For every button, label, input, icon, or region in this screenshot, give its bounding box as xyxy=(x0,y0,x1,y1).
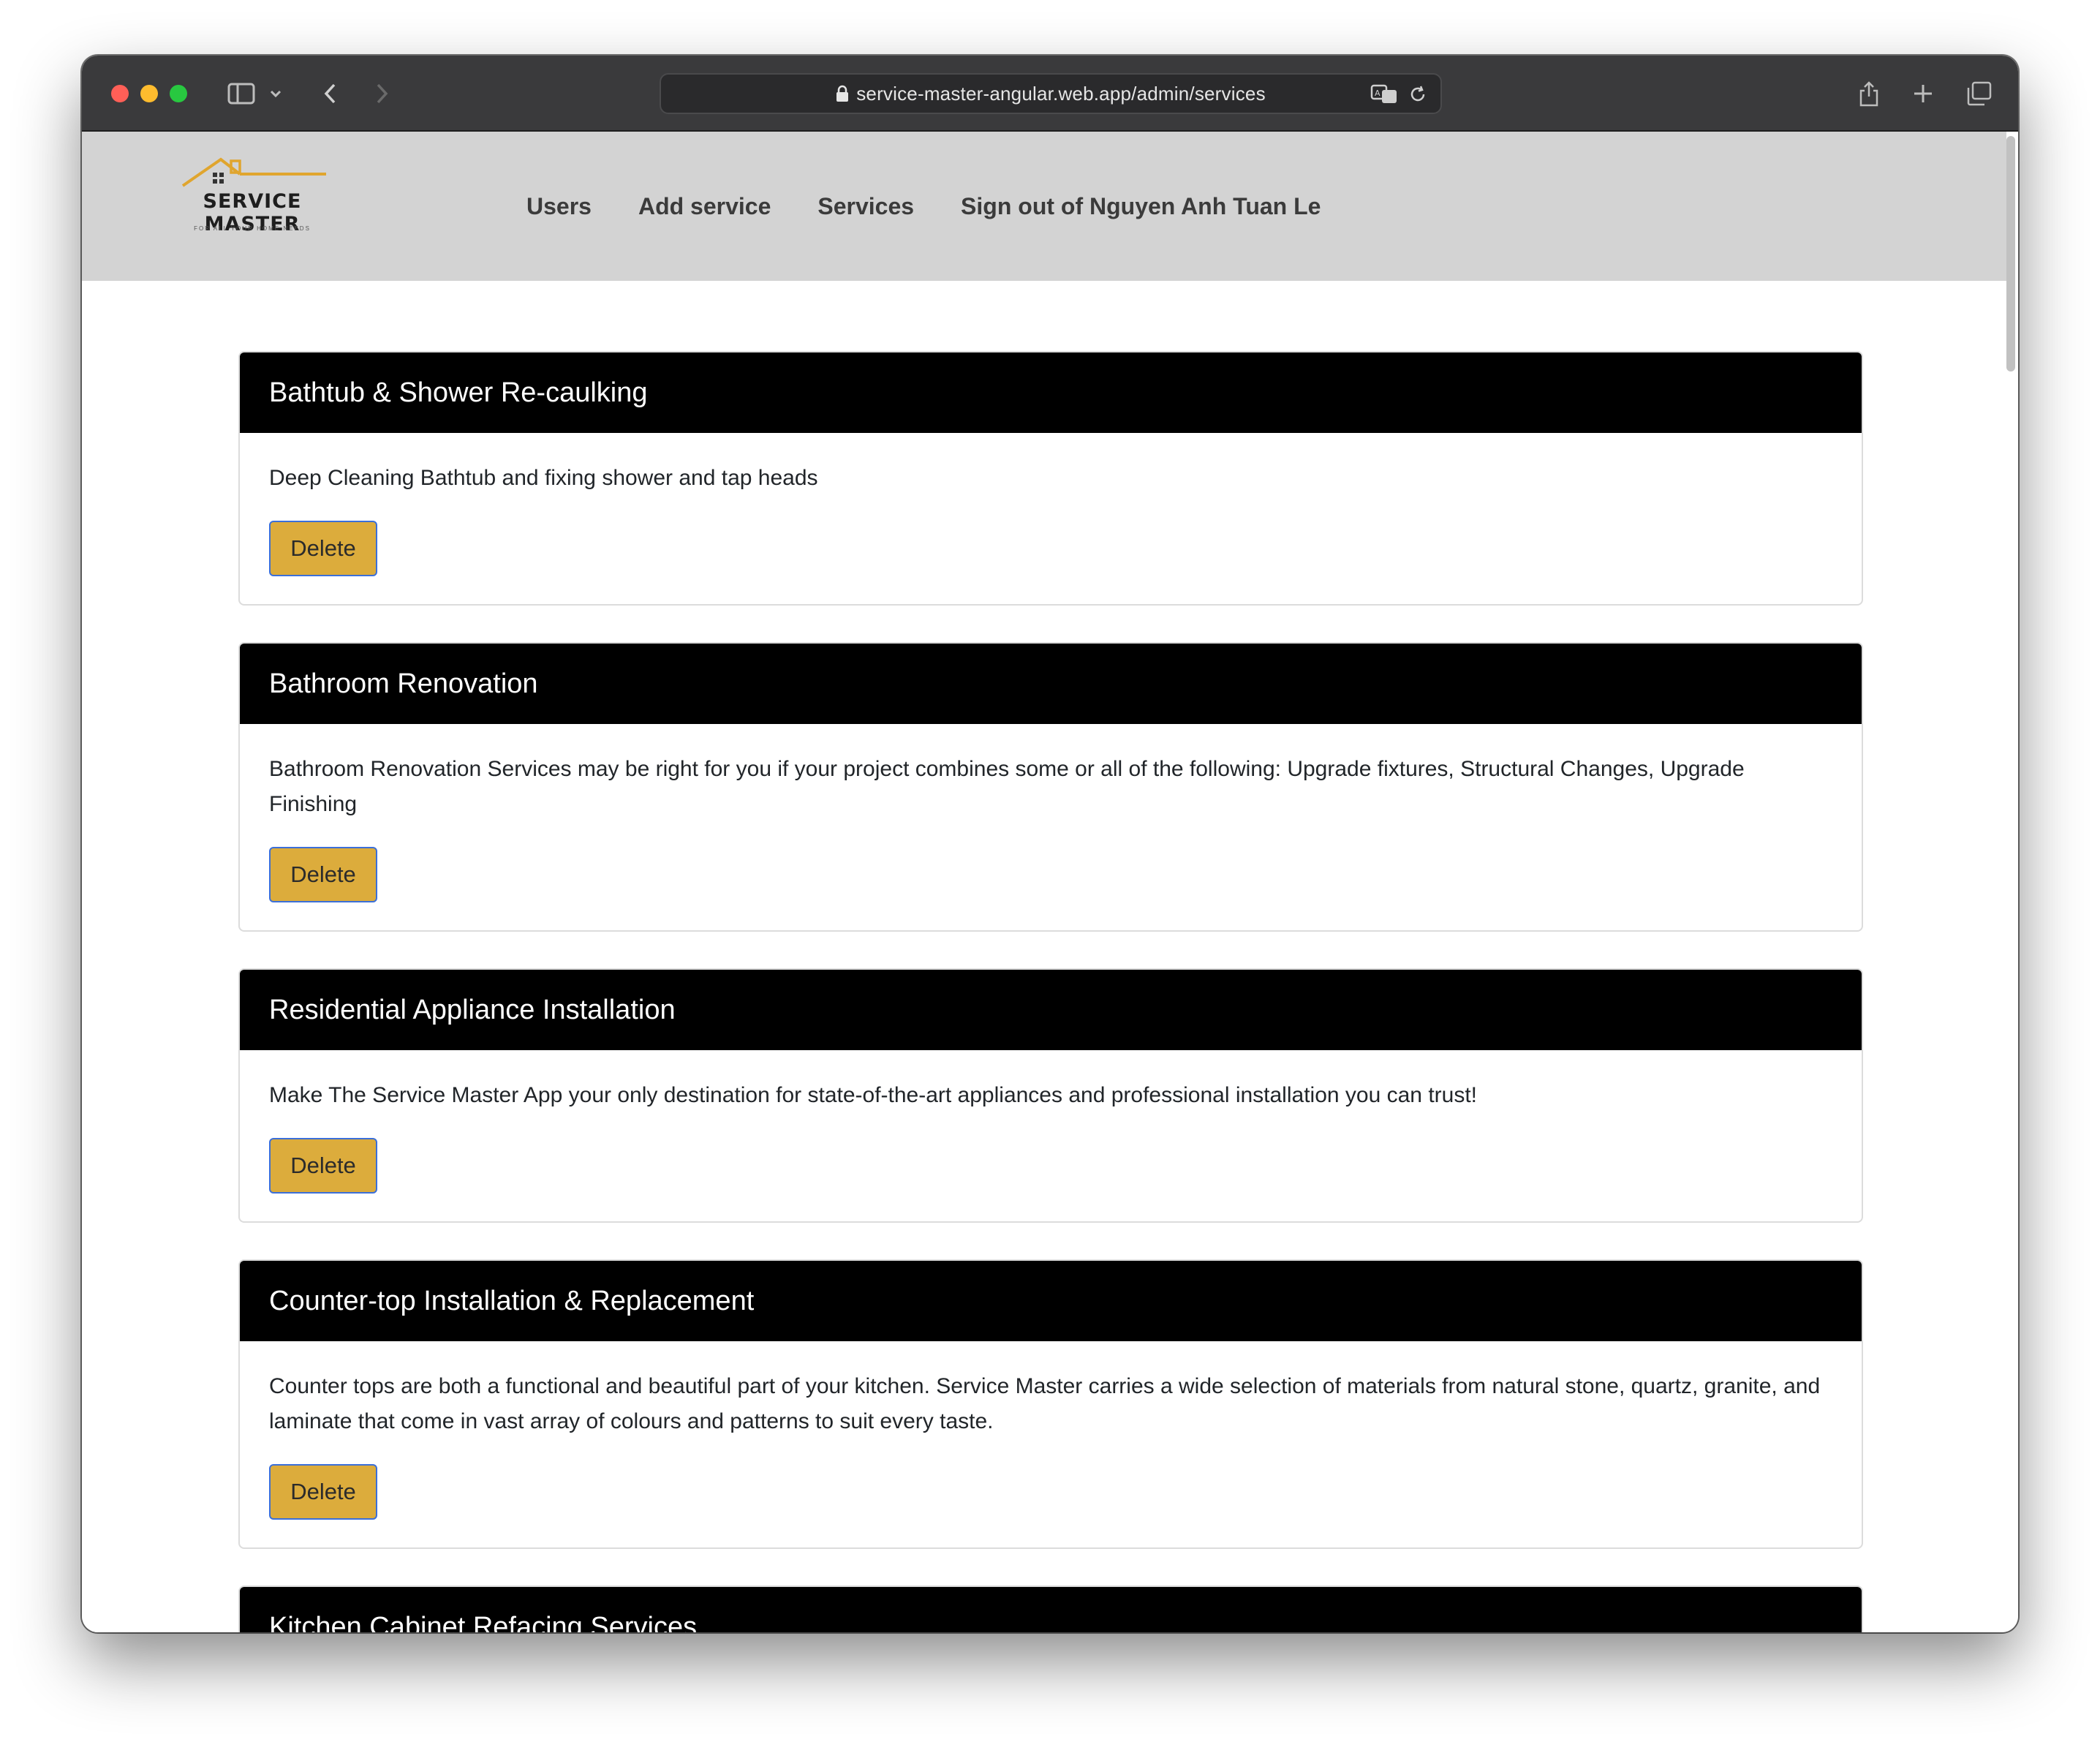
lock-icon xyxy=(836,85,849,102)
delete-service-button[interactable]: Delete xyxy=(269,1138,377,1194)
nav-links: Users Add service Services Sign out of N… xyxy=(526,190,1321,222)
address-bar[interactable]: service-master-angular.web.app/admin/ser… xyxy=(660,73,1442,114)
service-card: Counter-top Installation & Replacement C… xyxy=(238,1259,1863,1549)
service-title: Bathtub & Shower Re-caulking xyxy=(240,352,1862,433)
page-scrollbar[interactable] xyxy=(2006,136,2015,372)
new-tab-icon[interactable] xyxy=(1908,78,1938,110)
service-card: Residential Appliance Installation Make … xyxy=(238,968,1863,1223)
tab-overview-icon[interactable] xyxy=(1963,78,1995,110)
page-viewport: SERVICE MASTER FOR ALL YOUR HOME NEEDS U… xyxy=(82,132,2018,1632)
service-description: Bathroom Renovation Services may be righ… xyxy=(269,757,1745,816)
delete-service-button[interactable]: Delete xyxy=(269,1464,377,1520)
nav-link-users[interactable]: Users xyxy=(526,190,592,222)
service-title: Counter-top Installation & Replacement xyxy=(240,1261,1862,1341)
service-description: Counter tops are both a functional and b… xyxy=(269,1374,1821,1433)
svg-text:A: A xyxy=(1375,88,1381,98)
nav-link-sign-out[interactable]: Sign out of Nguyen Anh Tuan Le xyxy=(961,190,1321,222)
reload-icon[interactable] xyxy=(1408,83,1427,105)
logo-tagline: FOR ALL YOUR HOME NEEDS xyxy=(194,225,311,232)
chevron-down-icon[interactable] xyxy=(265,78,287,110)
site-navbar: SERVICE MASTER FOR ALL YOUR HOME NEEDS U… xyxy=(82,132,2006,281)
nav-link-add-service[interactable]: Add service xyxy=(638,190,771,222)
forward-icon[interactable] xyxy=(367,78,396,110)
delete-service-button[interactable]: Delete xyxy=(269,847,377,902)
browser-toolbar: service-master-angular.web.app/admin/ser… xyxy=(82,56,2018,132)
zoom-window-button[interactable] xyxy=(170,85,187,102)
service-description: Deep Cleaning Bathtub and fixing shower … xyxy=(269,466,818,490)
back-icon[interactable] xyxy=(316,78,345,110)
close-window-button[interactable] xyxy=(111,85,129,102)
service-title: Kitchen Cabinet Refacing Services xyxy=(240,1587,1862,1632)
nav-link-services[interactable]: Services xyxy=(817,190,914,222)
share-icon[interactable] xyxy=(1854,78,1884,110)
service-card: Kitchen Cabinet Refacing Services xyxy=(238,1585,1863,1632)
browser-window: service-master-angular.web.app/admin/ser… xyxy=(82,56,2018,1632)
service-title: Residential Appliance Installation xyxy=(240,970,1862,1050)
sidebar-icon[interactable] xyxy=(225,78,257,110)
site-logo[interactable]: SERVICE MASTER FOR ALL YOUR HOME NEEDS xyxy=(161,157,344,252)
delete-service-button[interactable]: Delete xyxy=(269,521,377,576)
translate-icon[interactable]: A xyxy=(1370,83,1398,105)
house-roof-icon xyxy=(181,157,326,187)
service-card: Bathtub & Shower Re-caulking Deep Cleani… xyxy=(238,351,1863,606)
service-description: Make The Service Master App your only de… xyxy=(269,1083,1477,1107)
service-title: Bathroom Renovation xyxy=(240,644,1862,724)
minimize-window-button[interactable] xyxy=(140,85,158,102)
service-card: Bathroom Renovation Bathroom Renovation … xyxy=(238,642,1863,932)
url-text: service-master-angular.web.app/admin/ser… xyxy=(856,82,1266,105)
